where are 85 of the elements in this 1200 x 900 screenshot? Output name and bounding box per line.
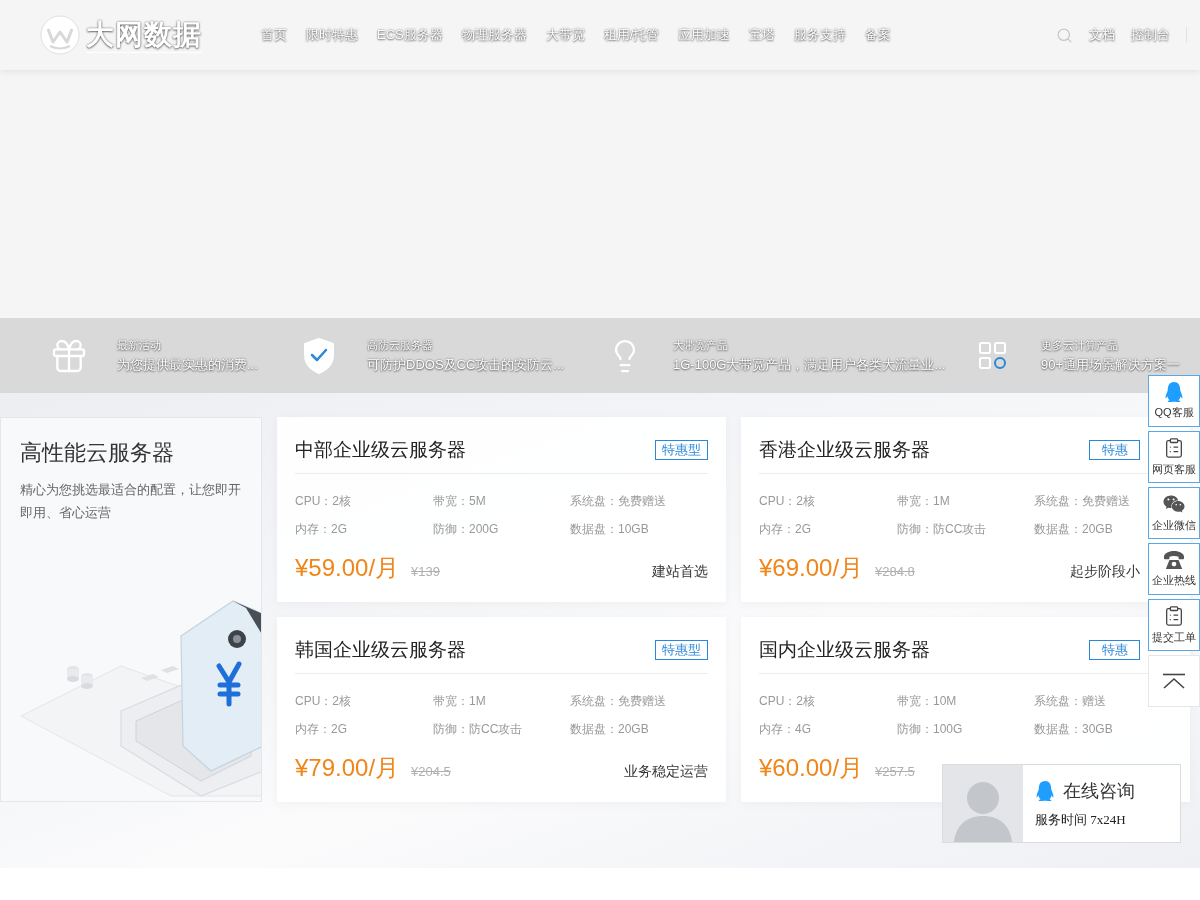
price-text: ¥59.00/月 — [295, 552, 400, 583]
feature-title: 最新活动 — [117, 338, 162, 352]
spec-text: 内存：2G — [295, 720, 347, 738]
nav-link[interactable]: 限时特惠 — [306, 26, 358, 44]
spec-text: 防御：100G — [897, 720, 963, 738]
feature-description: 为您提供最实惠的消费... — [117, 357, 258, 373]
grid-icon — [979, 341, 1007, 370]
price-text: ¥60.00/月 — [759, 752, 864, 783]
original-price: ¥257.5 — [875, 763, 915, 779]
nav-link[interactable]: 控制台 — [1131, 26, 1170, 44]
product-title: 中部企业级云服务器 — [295, 438, 466, 463]
promo-tag: 特惠型 — [655, 639, 708, 660]
intro-description: 精心为您挑选最适合的配置，让您即开即用、省心运营 — [20, 481, 242, 522]
promo-tag: 特惠 — [1089, 439, 1140, 460]
brand-name[interactable]: 大网数据 — [86, 17, 202, 53]
spec-text: 带宽：1M — [433, 692, 486, 710]
logo-icon[interactable] — [40, 15, 80, 55]
feature-title: 更多云计算产品 — [1041, 338, 1119, 352]
nav-link[interactable]: 文档 — [1089, 26, 1115, 44]
nav-link[interactable]: 物理服务器 — [461, 26, 527, 44]
penguin-icon — [1035, 780, 1055, 801]
spec-text: 系统盘：免费赠送 — [1034, 492, 1130, 510]
spec-text: 带宽：5M — [433, 492, 486, 510]
spec-text: CPU：2核 — [759, 492, 815, 510]
chat-widget[interactable]: 在线咨询 服务时间 7x24H — [942, 764, 1181, 843]
spec-text: 数据盘：10GB — [570, 520, 649, 538]
nav-link[interactable]: 宝塔 — [749, 26, 776, 44]
chat-title: 在线咨询 — [1063, 779, 1135, 803]
spec-text: 防御：防CC攻击 — [897, 520, 987, 538]
clipboard-icon — [1163, 605, 1185, 627]
nav-link[interactable]: 服务支持 — [794, 26, 847, 44]
spec-text: CPU：2核 — [295, 692, 351, 710]
nav-link[interactable]: ECS服务器 — [377, 26, 443, 44]
nav-link[interactable]: 首页 — [261, 26, 287, 44]
spec-text: 数据盘：30GB — [1034, 720, 1113, 738]
side-toolbar-button[interactable]: 提交工单 — [1148, 599, 1200, 651]
clipboard-icon — [1163, 437, 1185, 459]
spec-text: 数据盘：20GB — [570, 720, 649, 738]
original-price: ¥204.5 — [411, 763, 451, 779]
spec-text: 防御：200G — [433, 520, 499, 538]
tagline-text: 建站首选 — [652, 562, 708, 581]
product-title: 香港企业级云服务器 — [759, 438, 930, 463]
intro-title: 高性能云服务器 — [20, 439, 174, 467]
search-icon[interactable] — [1056, 26, 1073, 44]
original-price: ¥284.8 — [875, 563, 915, 579]
telephone-icon — [1163, 550, 1185, 570]
spec-text: 防御：防CC攻击 — [433, 720, 523, 738]
spec-text: CPU：2核 — [295, 492, 351, 510]
service-hours-text: 服务时间 7x24H — [1035, 810, 1127, 829]
nav-link[interactable]: 租用/托管 — [603, 26, 660, 44]
spec-text: 带宽：1M — [897, 492, 950, 510]
spec-text: 系统盘：免费赠送 — [570, 492, 666, 510]
shield-check-icon — [303, 336, 335, 375]
original-price: ¥139 — [411, 563, 440, 579]
price-text: ¥79.00/月 — [295, 752, 400, 783]
side-toolbar-button[interactable]: 网页客服 — [1148, 431, 1200, 483]
spec-text: 内存：2G — [295, 520, 347, 538]
penguin-icon — [1164, 382, 1184, 402]
nav-link[interactable]: 应用加速 — [678, 26, 731, 44]
chevron-up-icon — [1162, 673, 1186, 689]
feature-title: 大带宽产品 — [673, 338, 729, 352]
spec-text: 数据盘：20GB — [1034, 520, 1113, 538]
feature-title: 高防云服务器 — [367, 338, 434, 352]
price-text: ¥69.00/月 — [759, 552, 864, 583]
spec-text: 系统盘：免费赠送 — [570, 692, 666, 710]
feature-description: 1G-100G大带宽产品，满足用户各类大流量业... — [673, 357, 946, 373]
spec-text: 内存：4G — [759, 720, 811, 738]
side-toolbar-button[interactable]: QQ客服 — [1148, 375, 1200, 427]
side-toolbar-button[interactable]: 企业微信 — [1148, 487, 1200, 539]
tagline-text: 起步阶段小 — [1070, 562, 1140, 581]
promo-tag: 特惠型 — [655, 439, 708, 460]
spec-text: CPU：2核 — [759, 692, 815, 710]
tagline-text: 业务稳定运营 — [624, 762, 708, 781]
nav-link[interactable]: 备案 — [865, 26, 892, 44]
back-to-top-button[interactable] — [1148, 655, 1200, 707]
feature-description: 可防护DDOS及CC攻击的安防云... — [367, 357, 565, 373]
product-title: 韩国企业级云服务器 — [295, 638, 466, 663]
promo-tag: 特惠 — [1089, 639, 1140, 660]
spec-text: 带宽：10M — [897, 692, 957, 710]
spec-text: 系统盘：赠送 — [1034, 692, 1106, 710]
side-toolbar-button[interactable]: 企业热线 — [1148, 543, 1200, 595]
spec-text: 内存：2G — [759, 520, 811, 538]
product-title: 国内企业级云服务器 — [759, 638, 930, 663]
chat-bubbles-icon — [1163, 493, 1185, 515]
nav-link[interactable]: 大带宽 — [545, 26, 585, 44]
